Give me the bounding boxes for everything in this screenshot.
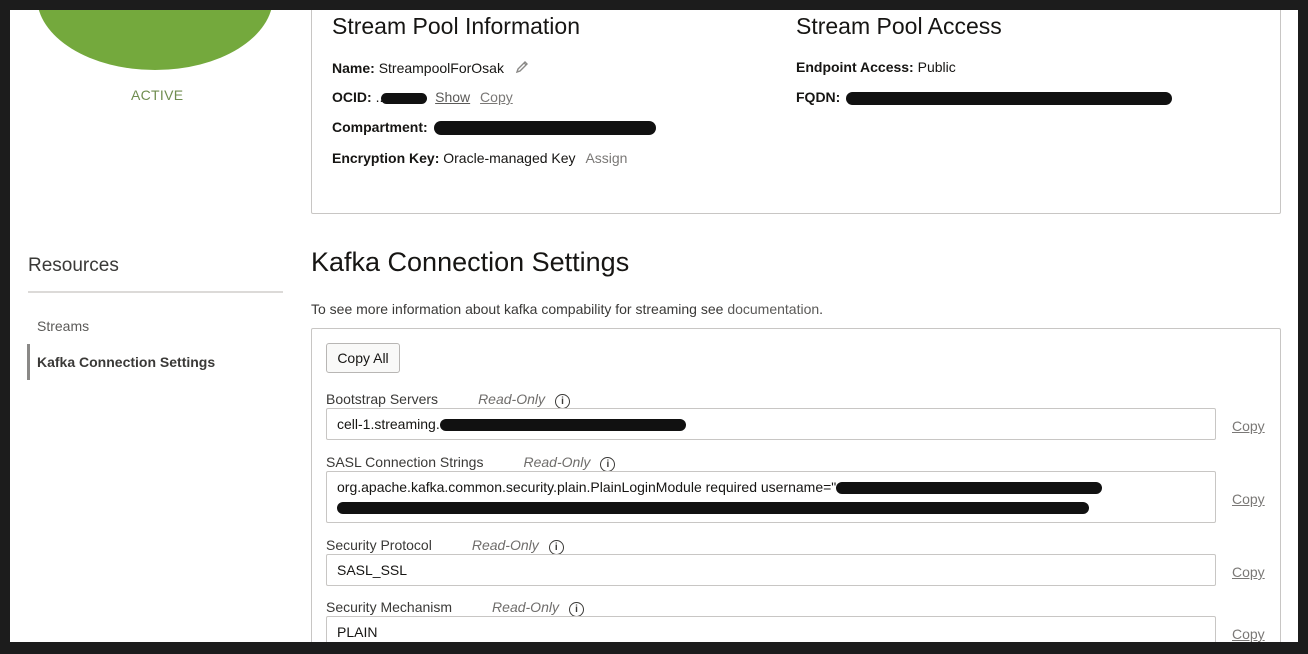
stream-pool-information-title: Stream Pool Information xyxy=(332,13,581,39)
encryption-key-value: Oracle-managed Key xyxy=(443,150,576,166)
read-only-label: Read-Only xyxy=(471,537,539,553)
sasl-connection-strings-label: SASL Connection Strings xyxy=(326,454,484,470)
bootstrap-servers-value: cell-1.streaming. xyxy=(337,416,440,432)
ocid-row: OCID: ... Show Copy xyxy=(332,89,513,105)
show-ocid-link[interactable]: Show xyxy=(435,89,470,105)
security-mechanism-value: PLAIN xyxy=(337,624,378,640)
fqdn-label: FQDN: xyxy=(796,89,841,105)
encryption-key-label: Encryption Key: xyxy=(332,150,440,166)
sasl-connection-strings-label-row: SASL Connection Strings Read-Only i xyxy=(326,454,616,472)
resources-divider xyxy=(28,291,283,293)
endpoint-access-value: Public xyxy=(917,59,956,75)
copy-ocid-link[interactable]: Copy xyxy=(480,89,513,105)
security-mechanism-field[interactable]: PLAIN xyxy=(326,616,1216,642)
stream-pool-access-title: Stream Pool Access xyxy=(796,13,1002,39)
name-row: Name: StreampoolForOsak xyxy=(332,59,530,78)
redaction-mark xyxy=(433,121,656,136)
read-only-label: Read-Only xyxy=(492,599,559,615)
resources-title: Resources xyxy=(28,255,119,276)
redaction-mark xyxy=(836,482,1103,495)
info-icon[interactable]: i xyxy=(548,540,564,555)
read-only-label: Read-Only xyxy=(523,454,591,470)
read-only-label: Read-Only xyxy=(478,391,545,407)
bootstrap-servers-field[interactable]: cell-1.streaming. xyxy=(326,408,1216,440)
assign-key-link[interactable]: Assign xyxy=(585,150,627,166)
info-icon[interactable]: i xyxy=(554,394,570,409)
copy-all-button[interactable]: Copy All xyxy=(326,343,400,373)
security-mechanism-label: Security Mechanism xyxy=(326,599,453,615)
page: ACTIVE Stream Pool Information Stream Po… xyxy=(10,10,1298,642)
documentation-link[interactable]: documentation xyxy=(727,301,819,317)
compartment-row: Compartment: xyxy=(332,119,656,136)
copy-sasl-connection-strings-link[interactable]: Copy xyxy=(1232,491,1265,507)
redaction-mark xyxy=(439,419,686,432)
bootstrap-servers-label-row: Bootstrap Servers Read-Only i xyxy=(326,391,570,409)
ocid-label: OCID: xyxy=(332,89,372,105)
name-label: Name: xyxy=(332,60,375,76)
copy-bootstrap-servers-link[interactable]: Copy xyxy=(1232,418,1265,434)
name-value: StreampoolForOsak xyxy=(378,60,504,76)
kafka-description-suffix: . xyxy=(819,301,824,317)
status-circle-icon xyxy=(37,10,273,70)
kafka-description: To see more information about kafka comp… xyxy=(311,301,823,317)
sidebar-active-indicator xyxy=(27,344,30,380)
redaction-mark xyxy=(846,91,1173,105)
sidebar-item-streams[interactable]: Streams xyxy=(37,318,89,334)
endpoint-access-label: Endpoint Access: xyxy=(796,59,914,75)
info-icon[interactable]: i xyxy=(568,602,584,617)
kafka-description-text: To see more information about kafka comp… xyxy=(311,301,728,317)
sidebar-item-kafka-connection-settings[interactable]: Kafka Connection Settings xyxy=(37,354,215,370)
redaction-mark xyxy=(381,92,428,104)
copy-security-mechanism-link[interactable]: Copy xyxy=(1232,626,1265,642)
endpoint-access-row: Endpoint Access: Public xyxy=(796,59,956,75)
compartment-label: Compartment: xyxy=(332,119,428,135)
sasl-connection-strings-value: org.apache.kafka.common.security.plain.P… xyxy=(337,479,837,495)
redaction-mark xyxy=(337,502,1089,515)
security-protocol-label-row: Security Protocol Read-Only i xyxy=(326,537,564,555)
fqdn-row: FQDN: xyxy=(796,89,1173,105)
security-protocol-value: SASL_SSL xyxy=(337,562,408,578)
edit-pencil-icon[interactable] xyxy=(514,59,530,78)
copy-security-protocol-link[interactable]: Copy xyxy=(1232,564,1265,580)
kafka-connection-settings-title: Kafka Connection Settings xyxy=(311,247,630,277)
sasl-connection-strings-field[interactable]: org.apache.kafka.common.security.plain.P… xyxy=(326,471,1216,523)
encryption-key-row: Encryption Key: Oracle-managed Key Assig… xyxy=(332,150,627,166)
stream-pool-details-panel xyxy=(311,10,1281,214)
status-label: ACTIVE xyxy=(131,87,184,103)
security-protocol-field[interactable]: SASL_SSL xyxy=(326,554,1216,586)
security-protocol-label: Security Protocol xyxy=(326,537,432,553)
info-icon[interactable]: i xyxy=(600,457,616,472)
security-mechanism-label-row: Security Mechanism Read-Only i xyxy=(326,599,584,617)
bootstrap-servers-label: Bootstrap Servers xyxy=(326,391,439,407)
